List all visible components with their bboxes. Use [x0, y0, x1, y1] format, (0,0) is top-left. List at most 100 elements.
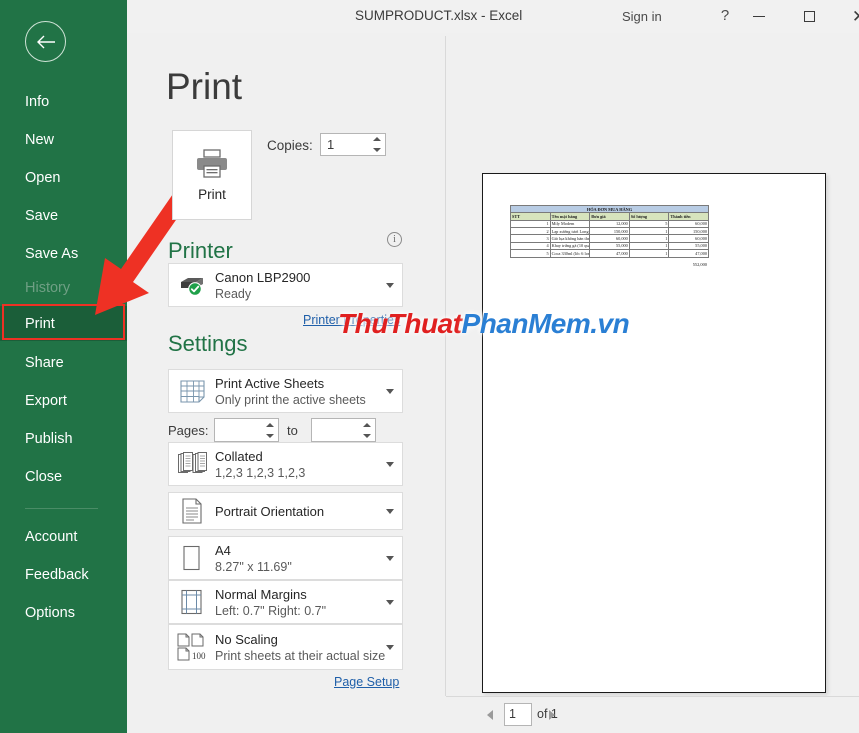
col-header-item: Tên mặt hàng [549, 212, 591, 221]
cell-stt: 5 [510, 249, 551, 258]
printer-section-heading: Printer [168, 238, 233, 263]
sidebar-item-feedback[interactable]: Feedback [0, 557, 127, 592]
pages-from-stepper[interactable] [261, 419, 278, 441]
close-button[interactable]: ✕ [836, 0, 859, 33]
paper-size-select[interactable]: A4 8.27" x 11.69" [168, 536, 403, 580]
watermark-part-1: ThuThuat [338, 308, 462, 339]
copies-increment[interactable] [368, 134, 385, 145]
cell-item: Khay trứng gà (10 quả) [549, 241, 591, 251]
page-number-input[interactable]: 1 [504, 703, 532, 726]
copies-label: Copies: [267, 138, 313, 153]
title-bar: SUMPRODUCT.xlsx - Excel Sign in ? ✕ [127, 0, 859, 33]
sidebar-label: Share [25, 354, 64, 371]
collation-dropdown-arrow[interactable] [378, 461, 402, 467]
printer-ready-icon [169, 274, 215, 296]
orientation-select[interactable]: Portrait Orientation [168, 492, 403, 530]
margins-title: Normal Margins [215, 586, 307, 602]
pages-from-input[interactable] [214, 418, 279, 442]
sidebar-item-print[interactable]: Print [0, 306, 127, 341]
portrait-icon [169, 498, 215, 524]
margins-dropdown-arrow[interactable] [378, 599, 402, 605]
cell-qty: 1 [628, 249, 670, 258]
next-page-button[interactable] [545, 708, 559, 722]
sidebar-item-export[interactable]: Export [0, 383, 127, 418]
pages-from-increment[interactable] [261, 419, 278, 430]
cell-qty: 1 [628, 227, 670, 236]
info-icon[interactable]: i [387, 232, 402, 247]
print-range-dropdown-arrow[interactable] [378, 388, 402, 394]
scaling-icon: 100 [169, 632, 215, 662]
cell-amount: 60,000 [668, 234, 709, 243]
minimize-icon [753, 16, 765, 17]
sign-in-button[interactable]: Sign in [622, 9, 662, 24]
sidebar-label: History [25, 279, 71, 296]
cell-item: Giò lụa không hàn the [549, 234, 591, 243]
cell-price: 12,000 [589, 219, 630, 229]
sidebar-item-new[interactable]: New [0, 122, 127, 157]
sidebar-item-share[interactable]: Share [0, 345, 127, 380]
watermark-part-2: PhanMem.vn [461, 308, 630, 339]
sidebar-item-history: History [0, 270, 127, 305]
sidebar-item-info[interactable]: Info [0, 84, 127, 119]
collation-select[interactable]: Collated 1,2,3 1,2,3 1,2,3 [168, 442, 403, 486]
margins-subtitle: Left: 0.7" Right: 0.7" [215, 603, 327, 618]
margins-icon [169, 589, 215, 615]
col-header-price: Đơn giá [589, 212, 630, 221]
print-range-select[interactable]: Print Active Sheets Only print the activ… [168, 369, 403, 413]
next-page-icon [549, 710, 555, 720]
sidebar-item-publish[interactable]: Publish [0, 421, 127, 456]
help-button[interactable]: ? [712, 6, 738, 26]
scaling-dropdown-arrow[interactable] [378, 644, 402, 650]
collate-icon [169, 452, 215, 476]
pages-from-decrement[interactable] [261, 430, 278, 441]
print-button[interactable]: Print [172, 130, 252, 220]
pages-to-input[interactable] [311, 418, 376, 442]
margins-select[interactable]: Normal Margins Left: 0.7" Right: 0.7" [168, 580, 403, 624]
printer-name: Canon LBP2900 [215, 269, 311, 285]
cell-stt: 2 [510, 227, 551, 236]
pages-to-stepper[interactable] [358, 419, 375, 441]
pages-to-increment[interactable] [358, 419, 375, 430]
cell-qty: 1 [628, 234, 670, 243]
sidebar-label: Account [25, 528, 78, 545]
back-button[interactable] [25, 21, 66, 62]
previous-page-icon [487, 710, 493, 720]
sidebar-item-save-as[interactable]: Save As [0, 236, 127, 271]
paper-size-dropdown-arrow[interactable] [378, 555, 402, 561]
sidebar-item-account[interactable]: Account [0, 519, 127, 554]
scaling-select[interactable]: 100 No Scaling Print sheets at their act… [168, 624, 403, 670]
sidebar-item-open[interactable]: Open [0, 160, 127, 195]
sidebar-label: Save [25, 207, 59, 224]
sidebar-item-close[interactable]: Close [0, 459, 127, 494]
table-row: 1 Mily Modem 12,000 5 60,000 [510, 219, 709, 229]
invoice-total: 552,000 [692, 262, 707, 267]
scaling-title: No Scaling [215, 631, 278, 647]
sidebar-item-save[interactable]: Save [0, 198, 127, 233]
page-setup-link[interactable]: Page Setup [334, 675, 399, 689]
previous-page-button[interactable] [483, 708, 497, 722]
orientation-dropdown-arrow[interactable] [378, 508, 402, 514]
printer-status: Ready [215, 286, 252, 301]
printer-dropdown-arrow[interactable] [378, 282, 402, 288]
pages-to-decrement[interactable] [358, 430, 375, 441]
print-preview-pane: HÓA ĐƠN MUA HÀNG STT Tên mặt hàng Đơn gi… [446, 33, 859, 733]
table-row: 2 Lạp xưởng tươi Long An (1kg) 150,000 1… [510, 227, 709, 236]
print-range-subtitle: Only print the active sheets [215, 392, 366, 407]
scaling-subtitle: Print sheets at their actual size [215, 648, 386, 663]
maximize-button[interactable] [786, 0, 832, 33]
chevron-down-icon [386, 555, 394, 561]
printer-select[interactable]: Canon LBP2900 Ready [168, 263, 403, 307]
copies-stepper[interactable] [368, 134, 385, 155]
copies-input[interactable]: 1 [320, 133, 386, 156]
sidebar-item-options[interactable]: Options [0, 595, 127, 630]
col-header-qty: Số lượng [628, 212, 670, 221]
table-row: 5 Coca 330ml (lốc 6 lon) 47,000 1 47,000 [510, 249, 709, 258]
minimize-button[interactable] [736, 0, 782, 33]
chevron-down-icon [386, 461, 394, 467]
preview-status-bar: 1 of 1 [446, 696, 859, 733]
copies-decrement[interactable] [368, 145, 385, 156]
chevron-down-icon [386, 282, 394, 288]
cell-stt: 1 [510, 219, 551, 229]
print-button-label: Print [198, 186, 226, 202]
cell-item: Mily Modem [549, 219, 591, 229]
